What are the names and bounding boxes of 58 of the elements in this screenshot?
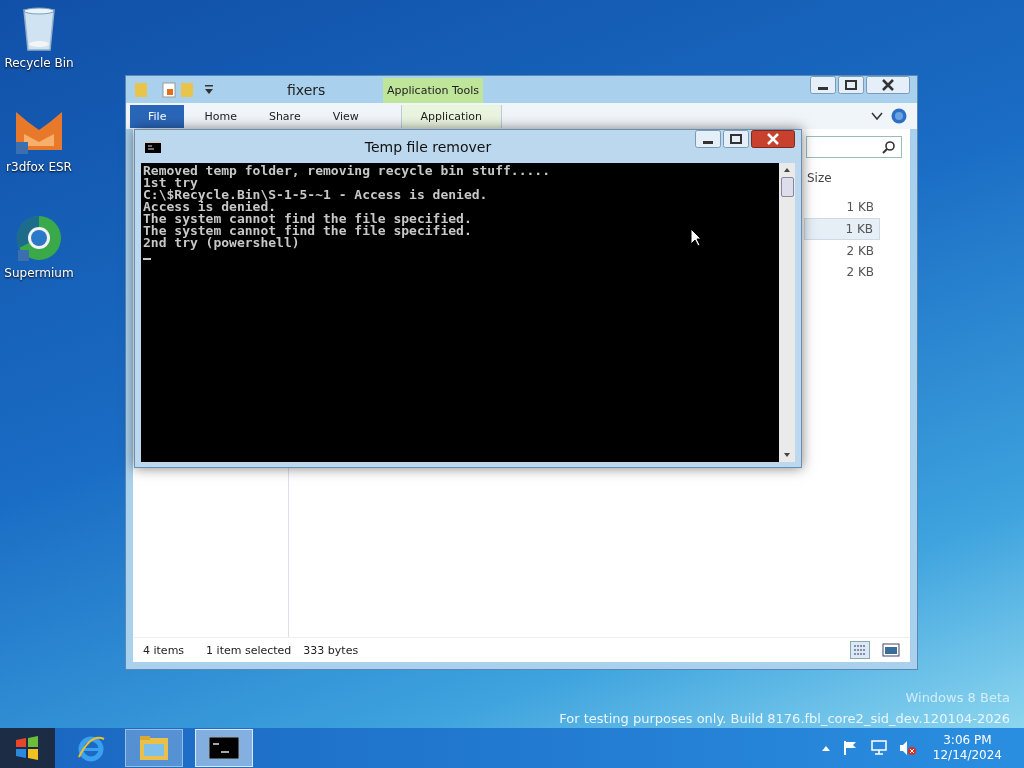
ribbon-tab[interactable]: Share — [256, 104, 313, 128]
console-line: C:\$Recycle.Bin\S-1-5-~1 - Access is denied. — [143, 189, 488, 201]
size-cell: 1 KB — [845, 222, 873, 236]
contextual-tab-group: Application Tools — [383, 78, 484, 103]
close-icon[interactable] — [866, 76, 910, 94]
expand-ribbon-icon[interactable] — [871, 111, 883, 121]
help-icon[interactable] — [891, 108, 907, 124]
flag-icon[interactable] — [842, 740, 859, 756]
desktop-icon-label[interactable]: Supermium — [4, 266, 74, 280]
mouse-pointer-icon — [690, 228, 702, 247]
desktop-icon-label[interactable]: Recycle Bin — [4, 56, 74, 70]
build-watermark: For testing purposes only. Build 8176.fbl_core2_sid_dev.120104-2026 — [559, 711, 1010, 726]
selection-size: 333 bytes — [303, 643, 359, 657]
close-icon[interactable] — [751, 130, 795, 148]
console-line: 1st try — [143, 177, 198, 189]
window-title: Temp file remover — [363, 138, 493, 155]
file-row[interactable]: 2 KB — [806, 262, 880, 282]
scrollbar[interactable] — [779, 163, 795, 462]
console-icon — [145, 140, 161, 153]
minimize-icon[interactable] — [695, 130, 721, 148]
console-taskbar-button[interactable] — [195, 729, 253, 767]
fox-app-icon[interactable] — [14, 110, 64, 156]
file-row[interactable]: 1 KB — [806, 197, 880, 217]
console-line: 2nd try (powershell) — [143, 237, 300, 249]
console-line: Removed temp folder, removing recycle bin stuff..... — [143, 165, 550, 177]
search-icon[interactable] — [882, 140, 895, 154]
ribbon-tab[interactable]: View — [320, 104, 371, 128]
size-cell: 1 KB — [846, 200, 874, 214]
size-cell: 2 KB — [846, 244, 874, 258]
edition-watermark: Windows 8 Beta — [905, 690, 1010, 705]
maximize-icon[interactable] — [723, 130, 749, 148]
file-tab[interactable]: File — [130, 104, 185, 128]
network-icon[interactable] — [870, 740, 887, 756]
browser-app-icon[interactable] — [15, 214, 63, 262]
console-line: Access is denied. — [143, 201, 277, 213]
file-row[interactable]: 2 KB — [806, 241, 880, 261]
file-row[interactable]: 1 KB — [804, 218, 880, 240]
text-cursor — [143, 258, 151, 260]
show-hidden-icons-icon[interactable] — [820, 744, 831, 752]
clock[interactable]: 3:06 PM 12/14/2024 — [932, 733, 1002, 763]
maximize-icon[interactable] — [838, 76, 864, 94]
window-title: fixers — [287, 81, 327, 98]
console-line: The system cannot find the file specified. — [143, 225, 472, 237]
thumbnail-view-icon[interactable] — [882, 642, 900, 658]
details-view-icon[interactable] — [850, 641, 870, 659]
scroll-thumb[interactable] — [780, 177, 794, 197]
search-field[interactable] — [806, 136, 902, 158]
minimize-icon[interactable] — [810, 76, 836, 94]
item-count: 4 items — [143, 643, 185, 657]
start-button[interactable] — [0, 728, 55, 768]
selection-info: 1 item selected — [206, 643, 292, 657]
console-icon[interactable] — [209, 737, 239, 759]
size-cell: 2 KB — [846, 265, 874, 279]
muted-volume-icon[interactable] — [898, 740, 917, 756]
desktop-icon-label[interactable]: r3dfox ESR — [6, 160, 72, 174]
column-header[interactable]: Size — [807, 171, 832, 185]
ribbon-tab[interactable]: Home — [192, 104, 249, 128]
console-line: The system cannot find the file specified. — [143, 213, 472, 225]
